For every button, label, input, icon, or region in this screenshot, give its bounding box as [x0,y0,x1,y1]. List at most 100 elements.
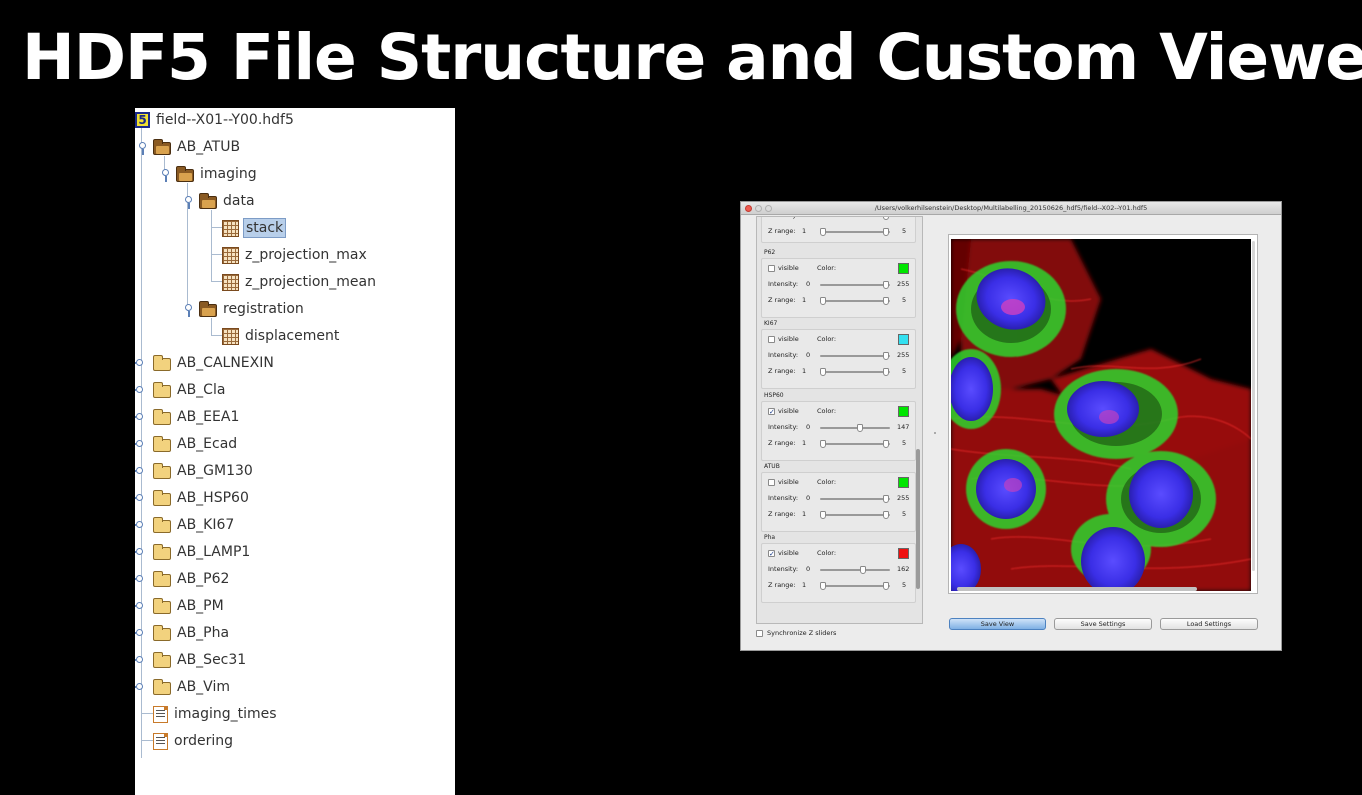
zrange-slider[interactable] [820,511,890,519]
slider-knob[interactable] [820,368,826,376]
splitter-handle[interactable] [934,432,936,434]
visible-checkbox[interactable]: ✓ [768,550,775,558]
slider-knob[interactable] [883,352,889,360]
expand-handle-icon[interactable] [135,547,150,557]
slider-knob[interactable] [883,582,889,590]
zrange-slider[interactable] [820,582,890,590]
collapse-handle-icon[interactable] [182,304,196,317]
zrange-slider[interactable] [820,297,890,305]
folder-closed-icon [153,651,171,668]
tree-node[interactable]: z_projection_mean [222,270,378,294]
slider-knob[interactable] [820,228,826,236]
visible-checkbox[interactable] [768,479,775,486]
tree-node[interactable]: imaging_times [153,702,279,726]
image-view[interactable] [948,234,1258,594]
color-swatch[interactable] [898,477,909,488]
visible-checkbox[interactable] [768,265,775,272]
expand-handle-icon[interactable] [135,628,150,638]
image-vertical-scrollbar[interactable] [1252,241,1255,571]
tree-node[interactable]: ordering [153,729,235,753]
zrange-slider[interactable] [820,440,890,448]
expand-handle-icon[interactable] [135,493,150,503]
slider-knob[interactable] [857,424,863,432]
expand-handle-icon[interactable] [135,412,150,422]
expand-handle-icon[interactable] [135,655,150,665]
visible-checkbox[interactable]: ✓ [768,408,775,416]
expand-handle-icon[interactable] [135,520,150,530]
tree-node-label: z_projection_mean [245,274,376,290]
color-swatch[interactable] [898,334,909,345]
intensity-slider[interactable] [820,352,890,360]
intensity-slider[interactable] [820,566,890,574]
visible-label: visible [778,264,799,272]
slider-knob[interactable] [820,297,826,305]
tree-node[interactable]: z_projection_max [222,243,369,267]
channel-name: HSP60 [764,392,784,399]
slider-knob[interactable] [883,495,889,503]
intensity-slider[interactable] [820,281,890,289]
tree-node[interactable]: AB_GM130 [153,459,255,483]
tree-root-label: field--X01--Y00.hdf5 [156,112,294,128]
slider-knob[interactable] [883,217,889,220]
panel-scrollbar[interactable] [916,449,920,589]
tree-node[interactable]: AB_HSP60 [153,486,251,510]
slider-knob[interactable] [820,582,826,590]
intensity-slider[interactable] [883,217,889,220]
tree-node[interactable]: AB_P62 [153,567,231,591]
tree-node[interactable]: AB_LAMP1 [153,540,252,564]
tree-node[interactable]: AB_CALNEXIN [153,351,276,375]
channel-control-panel[interactable]: Intensity: 0 255 Z range: 1 5 P62 visible… [756,216,923,624]
slider-knob[interactable] [883,440,889,448]
color-swatch[interactable] [898,548,909,559]
tree-node-label: AB_Cla [177,382,226,398]
tree-node[interactable]: AB_Pha [153,621,231,645]
expand-handle-icon[interactable] [135,601,150,611]
tree-node[interactable]: stack [222,216,287,240]
tree-node[interactable]: AB_Sec31 [153,648,248,672]
tree-node[interactable]: imaging [176,162,259,186]
color-swatch[interactable] [898,406,909,417]
load-settings-button[interactable]: Load Settings [1160,618,1258,630]
expand-handle-icon[interactable] [135,466,150,476]
intensity-slider[interactable] [820,424,890,432]
save-settings-button[interactable]: Save Settings [1054,618,1152,630]
tree-node[interactable]: registration [199,297,306,321]
slider-knob[interactable] [820,511,826,519]
slider-knob[interactable] [883,281,889,289]
tree-node[interactable]: AB_KI67 [153,513,236,537]
tree-node[interactable]: AB_ATUB [153,135,242,159]
expand-handle-icon[interactable] [135,574,150,584]
intensity-slider[interactable] [820,495,890,503]
expand-handle-icon[interactable] [135,682,150,692]
collapse-handle-icon[interactable] [136,142,150,155]
tree-node[interactable]: AB_Ecad [153,432,239,456]
image-horizontal-scrollbar[interactable] [957,587,1197,591]
sync-z-checkbox[interactable] [756,630,763,637]
tree-node[interactable]: data [199,189,257,213]
save-view-button[interactable]: Save View [949,618,1046,630]
zrange-slider[interactable] [820,228,890,236]
slider-knob[interactable] [860,566,866,574]
collapse-handle-icon[interactable] [182,196,196,209]
slider-knob[interactable] [883,228,889,236]
tree-node[interactable]: AB_Cla [153,378,227,402]
collapse-handle-icon[interactable] [159,169,173,182]
intensity-max: 255 [897,351,910,359]
tree-node[interactable]: AB_Vim [153,675,232,699]
expand-handle-icon[interactable] [135,385,150,395]
slider-knob[interactable] [883,511,889,519]
color-swatch[interactable] [898,263,909,274]
slider-knob[interactable] [883,297,889,305]
tree-node[interactable]: AB_EEA1 [153,405,241,429]
custom-viewer-window: /Users/volkerhilsenstein/Desktop/Multila… [740,201,1282,651]
intensity-max: 162 [897,565,910,573]
expand-handle-icon[interactable] [135,439,150,449]
visible-checkbox[interactable] [768,336,775,343]
tree-node[interactable]: displacement [222,324,341,348]
expand-handle-icon[interactable] [135,358,150,368]
tree-node[interactable]: AB_PM [153,594,226,618]
slider-knob[interactable] [883,368,889,376]
slider-knob[interactable] [820,440,826,448]
zrange-slider[interactable] [820,368,890,376]
tree-root-file[interactable]: 5 field--X01--Y00.hdf5 [135,108,296,132]
